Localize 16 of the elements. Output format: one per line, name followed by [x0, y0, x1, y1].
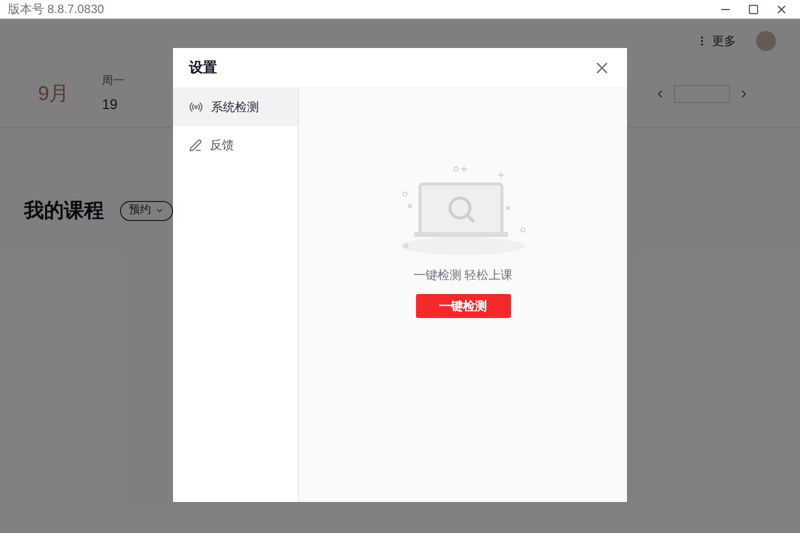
window-title: 版本号 8.8.7.0830	[8, 1, 104, 18]
pen-icon	[189, 138, 202, 152]
menu-item[interactable]: 系统检测	[173, 88, 298, 126]
more-link[interactable]: 更多	[712, 32, 736, 50]
maximize-icon[interactable]	[748, 4, 759, 14]
section-title: 我的课程	[24, 198, 104, 224]
caret-icon	[155, 206, 164, 215]
menu-label: 反馈	[210, 137, 234, 154]
weekday-label: 周一	[102, 74, 125, 89]
detect-message: 一键检测 轻松上课	[413, 267, 513, 284]
menu-label: 系统检测	[211, 99, 259, 116]
close-icon[interactable]	[775, 2, 788, 16]
broadcast-icon	[189, 100, 203, 114]
month-label: 9月	[38, 82, 70, 107]
detect-button[interactable]: 一键检测	[416, 294, 510, 318]
dialog-title: 设置	[189, 58, 217, 77]
